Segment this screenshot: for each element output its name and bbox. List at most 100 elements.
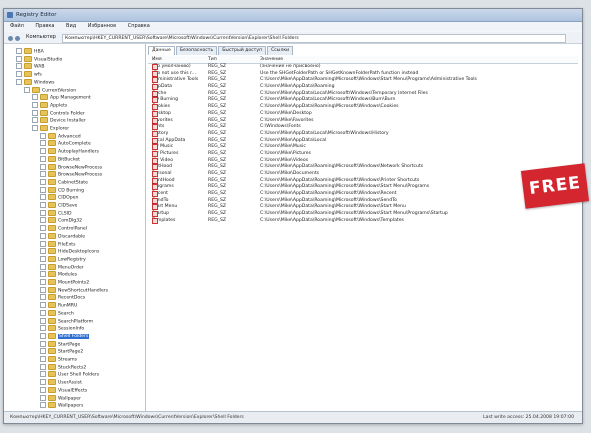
tree-item[interactable]: wfs — [16, 71, 42, 78]
table-row[interactable]: Recent REG_SZ C:\Users\Mike\AppData\Roamin… — [148, 191, 578, 198]
expand-toggle-icon[interactable] — [40, 225, 46, 232]
table-row[interactable]: NetHood REG_SZ C:\Users\Mike\AppData\Roami… — [148, 164, 578, 171]
col-name-header[interactable]: Имя — [152, 56, 162, 63]
col-type-header[interactable]: Тип — [208, 56, 217, 63]
tree-item[interactable]: BrowseNewProcess — [40, 171, 102, 178]
tree-item[interactable]: WAB — [16, 63, 45, 70]
tree-item[interactable]: ControlPanel — [40, 225, 87, 232]
tree-item[interactable]: Streams — [40, 356, 77, 363]
menu-edit[interactable]: Правка — [35, 22, 54, 31]
expand-toggle-icon[interactable] — [40, 286, 46, 293]
tree-item[interactable]: Search — [40, 309, 74, 316]
registry-tree[interactable]: HBA VisualStudio WAB wfs Windows CurrentVersi… — [4, 44, 146, 411]
expand-toggle-icon[interactable] — [40, 340, 46, 347]
table-row[interactable]: My Pictures REG_SZ C:\Users\Mike\Pictures — [148, 150, 578, 158]
table-row[interactable]: Personal REG_SZ C:\Users\Mike\Documents — [148, 171, 578, 178]
back-icon[interactable] — [8, 36, 13, 41]
menu-view[interactable]: Вид — [66, 22, 76, 31]
expand-toggle-icon[interactable] — [40, 325, 46, 332]
expand-toggle-icon[interactable] — [40, 202, 46, 208]
expand-toggle-icon[interactable] — [40, 317, 46, 324]
expand-toggle-icon[interactable] — [40, 140, 46, 147]
tab-quick-access[interactable]: Быстрый доступ — [218, 46, 267, 55]
expand-toggle-icon[interactable] — [40, 248, 46, 255]
tab-links[interactable]: Ссылки — [267, 46, 294, 55]
tree-item[interactable]: VisualEffects — [40, 386, 87, 393]
tree-item[interactable]: Wallpaper — [40, 394, 81, 401]
expand-toggle-icon[interactable] — [32, 125, 38, 131]
menu-help[interactable]: Справка — [128, 22, 150, 31]
expand-toggle-icon[interactable] — [40, 171, 46, 178]
tree-item[interactable]: FileExts — [40, 240, 76, 247]
title-bar[interactable]: Registry Editor — [4, 9, 582, 22]
tree-item[interactable]: Shell Folders — [40, 332, 90, 340]
tree-item[interactable]: Advanced — [40, 132, 81, 139]
expand-toggle-icon[interactable] — [32, 109, 38, 116]
tab-data[interactable]: Данные — [148, 46, 175, 55]
expand-toggle-icon[interactable] — [32, 117, 38, 124]
tree-item[interactable]: RunMRU — [40, 302, 77, 309]
col-value-header[interactable]: Значение — [260, 56, 283, 63]
expand-toggle-icon[interactable] — [16, 48, 22, 54]
tree-item[interactable]: StartPage2 — [40, 348, 83, 355]
expand-toggle-icon[interactable] — [40, 255, 46, 262]
tree-item[interactable]: NewShortcutHandlers — [40, 286, 108, 293]
tree-item[interactable]: StuckRects2 — [40, 363, 86, 370]
tree-item[interactable]: UserAssist — [40, 379, 82, 386]
tree-item[interactable]: HideDesktopIcons — [40, 248, 99, 255]
expand-toggle-icon[interactable] — [16, 71, 22, 78]
expand-toggle-icon[interactable] — [40, 186, 46, 193]
expand-toggle-icon[interactable] — [16, 63, 22, 70]
expand-toggle-icon[interactable] — [40, 279, 46, 285]
tree-item[interactable]: Wallpapers — [40, 402, 83, 409]
tree-item[interactable]: CabinetState — [40, 178, 88, 185]
expand-toggle-icon[interactable] — [40, 379, 46, 386]
tree-item[interactable]: RecentDocs — [40, 294, 85, 301]
tree-item[interactable]: CurrentVersion — [24, 86, 76, 93]
tree-item[interactable]: Windows — [16, 78, 55, 85]
tree-item[interactable]: LowRegistry — [40, 255, 86, 262]
tree-item[interactable]: AutoplayHandlers — [40, 148, 99, 155]
tree-item[interactable]: Modules — [40, 271, 77, 278]
tree-item[interactable]: MenuOrder — [40, 263, 84, 270]
expand-toggle-icon[interactable] — [40, 132, 46, 139]
table-row[interactable]: My Music REG_SZ C:\Users\Mike\Music — [148, 144, 578, 151]
expand-toggle-icon[interactable] — [40, 309, 46, 316]
expand-toggle-icon[interactable] — [40, 302, 46, 309]
tree-item[interactable]: VisualStudio — [16, 55, 62, 62]
expand-toggle-icon[interactable] — [40, 356, 46, 362]
tree-item[interactable]: CLSID — [40, 209, 72, 216]
expand-toggle-icon[interactable] — [40, 240, 46, 247]
tree-item[interactable]: HBA — [16, 48, 44, 55]
table-row[interactable]: Fonts REG_SZ C:\Windows\Fonts — [148, 124, 578, 131]
address-path[interactable]: Компьютер\HKEY_CURRENT_USER\Software\Mic… — [62, 34, 566, 43]
tree-item[interactable]: SessionInfo — [40, 325, 84, 332]
expand-toggle-icon[interactable] — [40, 155, 46, 162]
table-row[interactable]: Desktop REG_SZ C:\Users\Mike\Desktop — [148, 110, 578, 118]
tree-item[interactable]: BrowseNewProcess — [40, 163, 102, 170]
tree-item[interactable]: Applets — [32, 101, 67, 108]
tree-item[interactable]: ComDlg32 — [40, 217, 82, 224]
tree-item[interactable]: CIDOpen — [40, 194, 78, 201]
expand-toggle-icon[interactable] — [40, 178, 46, 185]
expand-toggle-icon[interactable] — [40, 294, 46, 301]
tab-security[interactable]: Безопасность — [175, 46, 218, 55]
expand-toggle-icon[interactable] — [32, 101, 38, 108]
tree-item[interactable]: StartPage — [40, 340, 80, 347]
expand-toggle-icon[interactable] — [40, 394, 46, 401]
expand-toggle-icon[interactable] — [40, 371, 46, 378]
tree-item[interactable]: CD Burning — [40, 186, 84, 193]
tree-item[interactable]: MountPoints2 — [40, 279, 89, 286]
expand-toggle-icon[interactable] — [40, 363, 46, 370]
expand-toggle-icon[interactable] — [40, 348, 46, 355]
tree-item[interactable]: Explorer — [32, 125, 69, 132]
expand-toggle-icon[interactable] — [40, 386, 46, 393]
tree-item[interactable]: BitBucket — [40, 155, 80, 162]
expand-toggle-icon[interactable] — [40, 232, 46, 239]
table-row[interactable]: AppData REG_SZ C:\Users\Mike\AppData\Roami… — [148, 84, 578, 91]
tree-item[interactable]: SearchPlatform — [40, 317, 93, 324]
table-row[interactable]: Templates REG_SZ C:\Users\Mike\AppData\Roa… — [148, 217, 578, 225]
expand-toggle-icon[interactable] — [40, 209, 46, 216]
menu-file[interactable]: Файл — [10, 22, 24, 31]
expand-toggle-icon[interactable] — [40, 194, 46, 201]
